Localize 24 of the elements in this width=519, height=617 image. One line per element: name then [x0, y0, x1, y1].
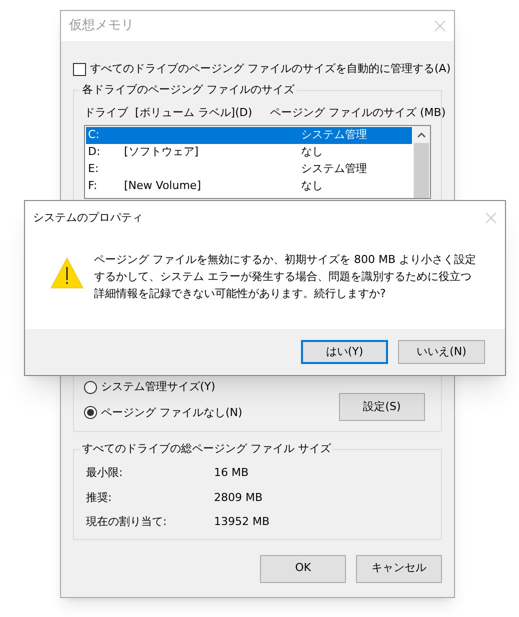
alert-title: システムのプロパティ: [33, 210, 143, 226]
alert-message: ページング ファイルを無効にするか、初期サイズを 800 MB より小さく設定するかして、システム エラーが発生する場合、問題を識別するために役立つ詳細情報を記録できない可能性があります。続行しますか?: [94, 252, 477, 302]
drive-row[interactable]: C: システム管理: [86, 127, 412, 144]
alert-button[interactable]: はい(Y): [301, 340, 388, 364]
alert-button[interactable]: いいえ(N): [398, 340, 485, 364]
drive-row[interactable]: E: システム管理: [86, 161, 412, 178]
total-value: 16 MB: [214, 465, 249, 481]
radio-label: システム管理サイズ(Y): [101, 379, 216, 395]
total-label: 現在の割り当て:: [86, 514, 168, 530]
column-header: ページング ファイルのサイズ (MB): [270, 104, 446, 120]
total-value: 13952 MB: [214, 514, 270, 530]
radio-label: ページング ファイルなし(N): [101, 404, 242, 420]
dialog-button[interactable]: OK: [260, 554, 346, 582]
total-value: 2809 MB: [214, 490, 263, 506]
checkbox-label: すべてのドライブのページング ファイルのサイズを自動的に管理する(A): [90, 61, 451, 77]
total-label: 推奨:: [86, 490, 113, 506]
set-button[interactable]: 設定(S): [339, 393, 425, 421]
window-title: 仮想メモリ: [69, 17, 134, 36]
drive-row[interactable]: D: [ソフトウェア] なし: [86, 144, 412, 161]
column-header: ドライブ [ボリューム ラベル](D): [84, 104, 254, 120]
group-title: 各ドライブのページング ファイルのサイズ: [80, 82, 296, 98]
drive-row[interactable]: F: [New Volume] なし: [86, 178, 412, 195]
total-label: 最小限:: [86, 465, 124, 481]
dialog-button[interactable]: キャンセル: [356, 554, 442, 582]
